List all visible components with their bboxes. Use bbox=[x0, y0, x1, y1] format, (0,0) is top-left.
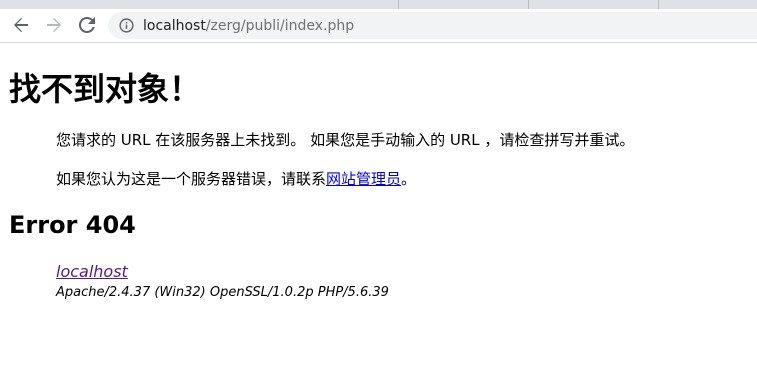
error-message: 您请求的 URL 在该服务器上未找到。 如果您是手动输入的 URL ，请检查拼写… bbox=[56, 131, 635, 149]
server-address: localhost Apache/2.4.37 (Win32) OpenSSL/… bbox=[56, 261, 389, 301]
back-button[interactable] bbox=[8, 12, 34, 38]
reload-button[interactable] bbox=[74, 12, 100, 38]
tab-separator bbox=[658, 0, 659, 9]
contact-prefix: 如果您认为这是一个服务器错误，请联系 bbox=[56, 170, 327, 188]
tab-separator bbox=[398, 0, 399, 9]
webmaster-link[interactable]: 网站管理员 bbox=[326, 170, 401, 188]
browser-toolbar: localhost/zerg/publi/index.php bbox=[0, 9, 757, 43]
tab-separator bbox=[528, 0, 529, 9]
arrow-right-icon bbox=[47, 18, 61, 32]
address-bar[interactable]: localhost/zerg/publi/index.php bbox=[108, 12, 757, 39]
host-link[interactable]: localhost bbox=[56, 261, 389, 283]
info-icon-svg bbox=[118, 18, 134, 33]
info-icon[interactable] bbox=[118, 18, 134, 34]
server-signature: Apache/2.4.37 (Win32) OpenSSL/1.0.2p PHP… bbox=[56, 285, 389, 300]
forward-button[interactable] bbox=[41, 12, 67, 38]
tab-strip bbox=[0, 0, 757, 9]
contact-message: 如果您认为这是一个服务器错误，请联系网站管理员。 bbox=[56, 169, 416, 189]
contact-suffix: 。 bbox=[401, 170, 417, 188]
error-code-heading: Error 404 bbox=[9, 211, 136, 239]
arrow-left-icon bbox=[14, 18, 28, 32]
url-host: localhost bbox=[143, 17, 206, 34]
url-text[interactable]: localhost/zerg/publi/index.php bbox=[143, 18, 354, 34]
url-path: /zerg/publi/index.php bbox=[205, 17, 355, 34]
reload-icon bbox=[79, 17, 95, 33]
page-title: 找不到对象！ bbox=[9, 70, 202, 108]
